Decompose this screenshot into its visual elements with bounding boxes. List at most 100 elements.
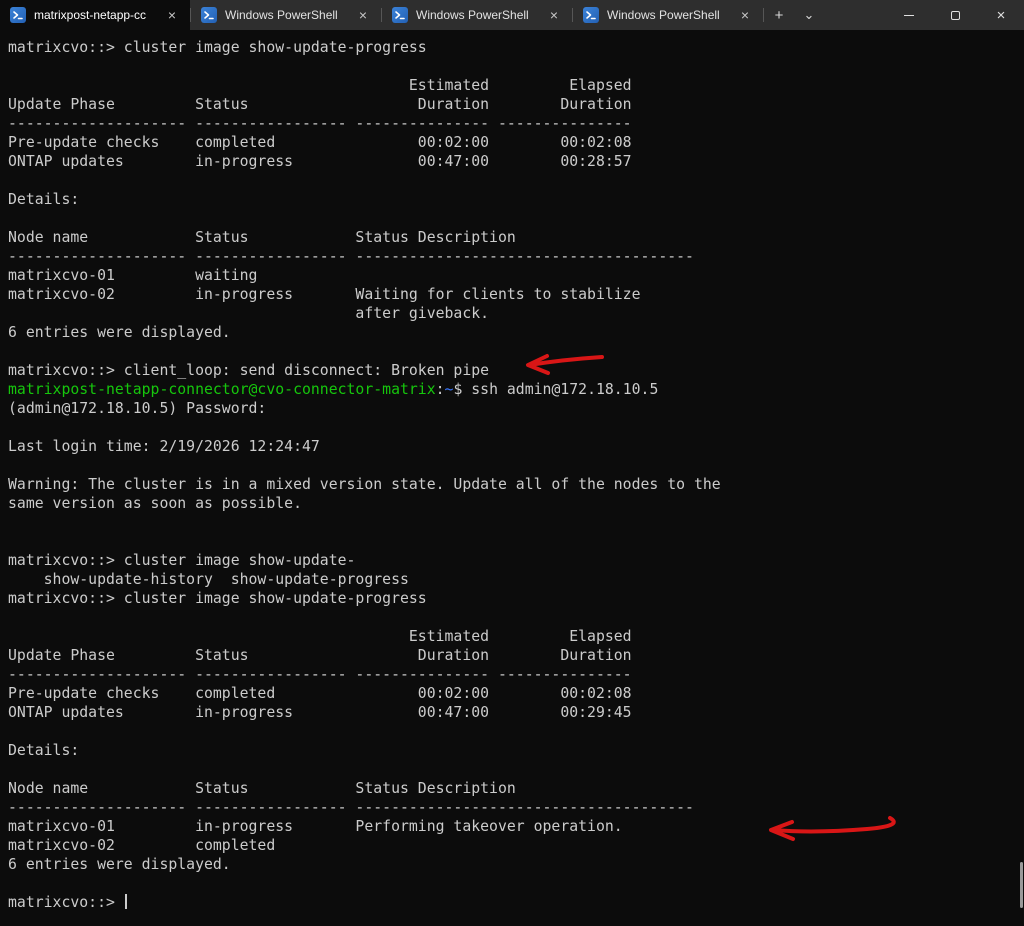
terminal-text: Node name Status Status Description: [8, 229, 516, 246]
terminal-text: -------------------- ----------------- -…: [8, 248, 694, 265]
terminal-line: Update Phase Status Duration Duration: [8, 95, 1024, 114]
terminal-text: $ ssh admin@172.18.10.5: [453, 381, 658, 398]
tab-title: Windows PowerShell: [416, 8, 538, 22]
terminal-line: [8, 760, 1024, 779]
terminal-text: matrixcvo::> cluster image show-update-: [8, 552, 355, 569]
terminal-line: Details:: [8, 741, 1024, 760]
terminal-text: -------------------- ----------------- -…: [8, 666, 632, 683]
terminal-line: -------------------- ----------------- -…: [8, 247, 1024, 266]
terminal-text: matrixcvo-02 completed: [8, 837, 275, 854]
terminal-line: show-update-history show-update-progress: [8, 570, 1024, 589]
minimize-button[interactable]: [886, 0, 932, 30]
terminal-text: Node name Status Status Description: [8, 780, 516, 797]
terminal-line: [8, 456, 1024, 475]
terminal-text: Estimated Elapsed: [8, 628, 632, 645]
terminal-line: matrixcvo-02 in-progress Waiting for cli…: [8, 285, 1024, 304]
terminal-text: matrixcvo-01 waiting: [8, 267, 257, 284]
terminal-text: Update Phase Status Duration Duration: [8, 647, 632, 664]
maximize-icon: [951, 11, 960, 20]
tab-title: matrixpost-netapp-cc: [34, 8, 156, 22]
terminal-line: Estimated Elapsed: [8, 76, 1024, 95]
terminal-line: Details:: [8, 190, 1024, 209]
terminal-line: Estimated Elapsed: [8, 627, 1024, 646]
terminal-text: Pre-update checks completed 00:02:00 00:…: [8, 134, 632, 151]
terminal-line: [8, 418, 1024, 437]
terminal-line: ONTAP updates in-progress 00:47:00 00:29…: [8, 703, 1024, 722]
terminal-line: [8, 513, 1024, 532]
titlebar-drag-area[interactable]: [824, 0, 886, 30]
tab-close-icon[interactable]: ×: [355, 8, 371, 22]
terminal-line: [8, 342, 1024, 361]
terminal-text: ONTAP updates in-progress 00:47:00 00:28…: [8, 153, 632, 170]
terminal-text: show-update-history show-update-progress: [8, 571, 409, 588]
maximize-button[interactable]: [932, 0, 978, 30]
terminal-text: :: [436, 381, 445, 398]
terminal-line: Pre-update checks completed 00:02:00 00:…: [8, 684, 1024, 703]
terminal-line: matrixcvo::> cluster image show-update-p…: [8, 38, 1024, 57]
tab-1-active[interactable]: matrixpost-netapp-cc ×: [0, 0, 190, 30]
terminal-line: matrixcvo::> cluster image show-update-p…: [8, 589, 1024, 608]
terminal-text: matrixcvo-02 in-progress Waiting for cli…: [8, 286, 641, 303]
terminal-line: [8, 608, 1024, 627]
terminal-line: matrixcvo-02 completed: [8, 836, 1024, 855]
terminal-line: matrixcvo-01 in-progress Performing take…: [8, 817, 1024, 836]
tab-3[interactable]: Windows PowerShell ×: [382, 0, 572, 30]
terminal-line: [8, 532, 1024, 551]
terminal-line: matrixcvo::> cluster image show-update-: [8, 551, 1024, 570]
terminal-text: matrixcvo::> cluster image show-update-p…: [8, 39, 427, 56]
terminal-text: matrixpost-netapp-connector@cvo-connecto…: [8, 381, 436, 398]
new-tab-button[interactable]: +: [764, 0, 794, 30]
tab-close-icon[interactable]: ×: [546, 8, 562, 22]
terminal-line: -------------------- ----------------- -…: [8, 665, 1024, 684]
terminal-line: Pre-update checks completed 00:02:00 00:…: [8, 133, 1024, 152]
scrollbar-thumb[interactable]: [1020, 862, 1023, 908]
powershell-icon: [583, 7, 599, 23]
terminal-text: Pre-update checks completed 00:02:00 00:…: [8, 685, 632, 702]
terminal-line: same version as soon as possible.: [8, 494, 1024, 513]
terminal-line: Last login time: 2/19/2026 12:24:47: [8, 437, 1024, 456]
titlebar[interactable]: matrixpost-netapp-cc × Windows PowerShell ×…: [0, 0, 1024, 30]
terminal-line: matrixcvo::> client_loop: send disconnec…: [8, 361, 1024, 380]
powershell-icon: [201, 7, 217, 23]
terminal-line: -------------------- ----------------- -…: [8, 798, 1024, 817]
terminal-line: [8, 874, 1024, 893]
minimize-icon: [904, 15, 914, 16]
terminal-text: Estimated Elapsed: [8, 77, 632, 94]
tab-2[interactable]: Windows PowerShell ×: [191, 0, 381, 30]
close-button[interactable]: ×: [978, 0, 1024, 30]
powershell-icon: [10, 7, 26, 23]
terminal-text: (admin@172.18.10.5) Password:: [8, 400, 266, 417]
powershell-icon: [392, 7, 408, 23]
terminal-text: Last login time: 2/19/2026 12:24:47: [8, 438, 320, 455]
terminal-text: matrixcvo::> client_loop: send disconnec…: [8, 362, 489, 379]
terminal-line: Node name Status Status Description: [8, 779, 1024, 798]
terminal-line: [8, 722, 1024, 741]
terminal-line: matrixpost-netapp-connector@cvo-connecto…: [8, 380, 1024, 399]
tab-dropdown-button[interactable]: ⌄: [794, 0, 824, 30]
terminal-line: matrixcvo-01 waiting: [8, 266, 1024, 285]
terminal-text: -------------------- ----------------- -…: [8, 799, 694, 816]
terminal-viewport[interactable]: matrixcvo::> cluster image show-update-p…: [0, 30, 1024, 926]
terminal-text: 6 entries were displayed.: [8, 324, 231, 341]
terminal-text: Warning: The cluster is in a mixed versi…: [8, 476, 721, 493]
close-icon: ×: [997, 7, 1006, 24]
terminal-line: 6 entries were displayed.: [8, 323, 1024, 342]
text-cursor: [125, 894, 127, 909]
terminal-line: 6 entries were displayed.: [8, 855, 1024, 874]
terminal-text: 6 entries were displayed.: [8, 856, 231, 873]
terminal-text: Update Phase Status Duration Duration: [8, 96, 632, 113]
terminal-line: Update Phase Status Duration Duration: [8, 646, 1024, 665]
terminal-line: [8, 171, 1024, 190]
terminal-line: ONTAP updates in-progress 00:47:00 00:28…: [8, 152, 1024, 171]
tab-title: Windows PowerShell: [225, 8, 347, 22]
tab-close-icon[interactable]: ×: [737, 8, 753, 22]
terminal-text: Details:: [8, 742, 79, 759]
tab-close-icon[interactable]: ×: [164, 8, 180, 22]
terminal-text: matrixcvo::>: [8, 894, 124, 911]
terminal-line: [8, 57, 1024, 76]
terminal-line: -------------------- ----------------- -…: [8, 114, 1024, 133]
tab-title: Windows PowerShell: [607, 8, 729, 22]
tab-strip: matrixpost-netapp-cc × Windows PowerShell ×…: [0, 0, 764, 30]
tab-4[interactable]: Windows PowerShell ×: [573, 0, 763, 30]
terminal-line: Node name Status Status Description: [8, 228, 1024, 247]
